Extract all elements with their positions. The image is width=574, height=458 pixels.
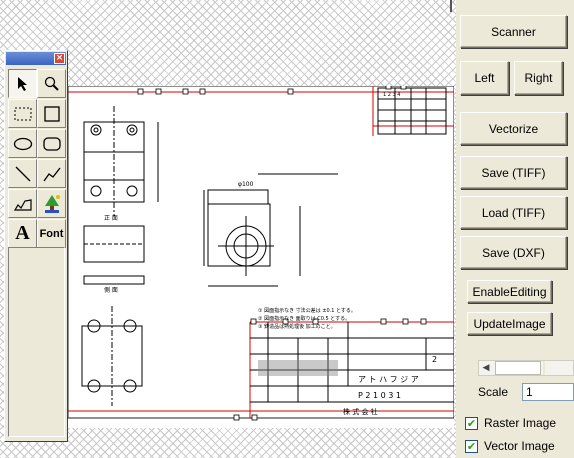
- sheet-digit: 2: [432, 355, 437, 364]
- note-line-2: ② 図面指示なき 面取りは C0.5 とする。: [258, 315, 350, 322]
- ellipse-tool-button[interactable]: [8, 129, 37, 158]
- dim-top: φ100: [238, 181, 254, 188]
- note-line-1: ① 図面指示なき 寸法公差は ±0.1 とする。: [258, 307, 356, 314]
- company-name: 株 式 会 社: [343, 407, 378, 416]
- freehand-icon: [13, 198, 32, 211]
- svg-text:1 2 3 4: 1 2 3 4: [383, 92, 401, 98]
- raster-image-label: Raster Image: [484, 416, 557, 430]
- drawing-name: ア ト ハ フ ジ ア: [358, 375, 419, 384]
- scroll-separator: [543, 361, 545, 375]
- line-icon: [15, 166, 30, 181]
- canvas-divider: [450, 0, 452, 12]
- toolbox-titlebar[interactable]: ×: [6, 52, 66, 65]
- zoom-tool-button[interactable]: [37, 69, 66, 98]
- vector-image-checkbox[interactable]: ✔: [465, 440, 478, 453]
- label-side: 側 面: [104, 286, 118, 294]
- update-image-button[interactable]: UpdateImage: [467, 312, 552, 335]
- arrow-cursor-icon: [17, 76, 27, 91]
- rect-tool-button[interactable]: [37, 99, 66, 128]
- left-button[interactable]: Left: [460, 61, 509, 95]
- load-tiff-button[interactable]: Load (TIFF): [460, 196, 567, 229]
- fill-tool-button[interactable]: [37, 189, 66, 218]
- scanner-button[interactable]: Scanner: [460, 15, 567, 48]
- vectorize-button[interactable]: Vectorize: [460, 112, 567, 145]
- polyline-tool-button[interactable]: [37, 159, 66, 188]
- freehand-tool-button[interactable]: [8, 189, 37, 218]
- line-tool-button[interactable]: [8, 159, 37, 188]
- rectangle-icon: [43, 105, 60, 122]
- tree-fill-icon: [44, 194, 60, 213]
- magnifier-icon: [44, 76, 59, 91]
- right-button[interactable]: Right: [514, 61, 563, 95]
- polyline-icon: [42, 167, 61, 181]
- part-number: P 2 1 0 3 1: [358, 391, 401, 400]
- scale-scrollbar[interactable]: ◀: [478, 360, 574, 376]
- scale-label: Scale: [478, 385, 509, 399]
- text-tool-button[interactable]: A: [8, 219, 37, 248]
- rounded-rect-tool-button[interactable]: [37, 129, 66, 158]
- dashed-rectangle-icon: [14, 107, 31, 120]
- vector-image-label: Vector Image: [484, 439, 555, 453]
- pointer-tool-button[interactable]: [8, 69, 37, 98]
- drawing-canvas[interactable]: 1 2 3 4 ① 図面指示なき 寸法公差は ±0.1 とする。 ② 図面指示な…: [0, 0, 456, 458]
- scroll-thumb[interactable]: [495, 361, 541, 375]
- scanned-drawing[interactable]: 1 2 3 4 ① 図面指示なき 寸法公差は ±0.1 とする。 ② 図面指示な…: [67, 83, 455, 428]
- note-line-3: ③ 鋳造品は熱処理後 加工のこと。: [258, 323, 336, 330]
- toolbox-options-well: [8, 247, 65, 437]
- ellipse-icon: [13, 137, 32, 150]
- drawing-svg: 1 2 3 4 ① 図面指示なき 寸法公差は ±0.1 とする。 ② 図面指示な…: [67, 83, 455, 421]
- raster-image-checkbox[interactable]: ✔: [465, 417, 478, 430]
- close-icon[interactable]: ×: [54, 53, 65, 64]
- label-front: 正 面: [104, 215, 118, 222]
- toolbox-window[interactable]: × A Font: [4, 50, 68, 442]
- save-dxf-button[interactable]: Save (DXF): [460, 236, 567, 269]
- enable-editing-button[interactable]: EnableEditing: [467, 280, 552, 303]
- scale-input[interactable]: 1: [522, 383, 574, 401]
- save-tiff-button[interactable]: Save (TIFF): [460, 156, 567, 189]
- scroll-left-arrow-icon[interactable]: ◀: [479, 361, 493, 375]
- rounded-rectangle-icon: [42, 136, 61, 151]
- dashed-rect-tool-button[interactable]: [8, 99, 37, 128]
- font-tool-button[interactable]: Font: [37, 219, 66, 248]
